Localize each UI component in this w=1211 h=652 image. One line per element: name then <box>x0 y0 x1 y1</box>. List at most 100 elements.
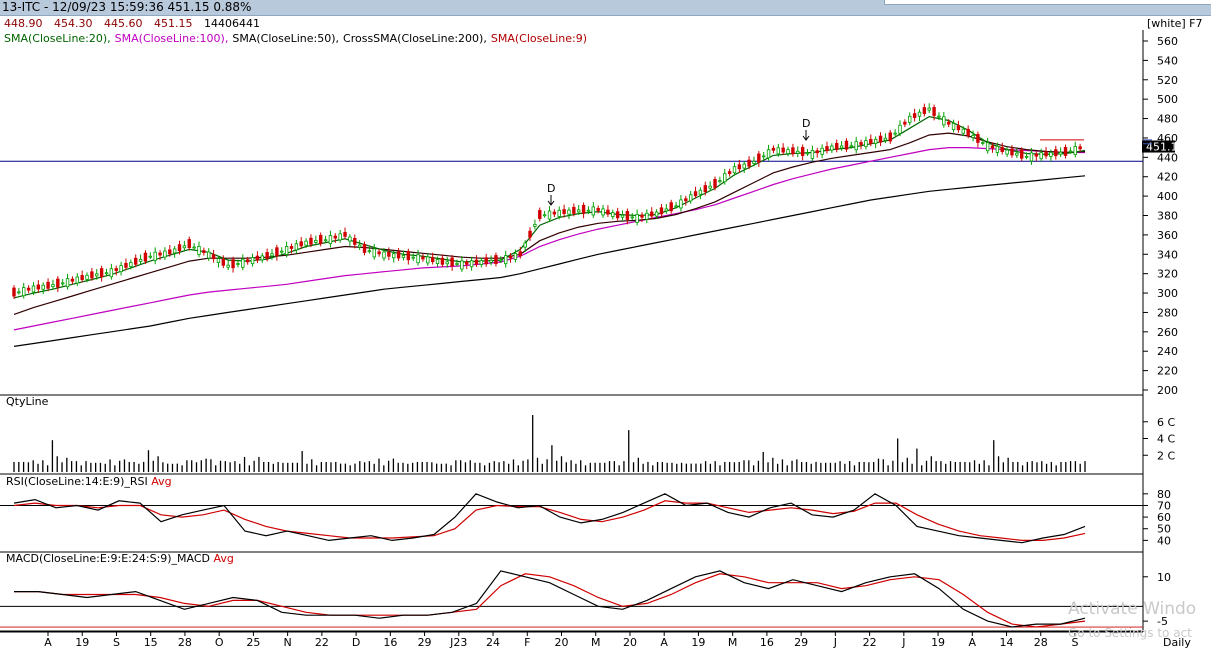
candle-body <box>124 262 128 268</box>
candle-body <box>971 135 975 138</box>
candle-body <box>265 252 269 259</box>
candle-body <box>601 208 605 216</box>
candle-body <box>849 145 854 148</box>
price-tick-label: 280 <box>1157 306 1178 319</box>
candle-body <box>216 258 221 264</box>
candle-body <box>484 257 488 265</box>
price-tick-label: 560 <box>1157 35 1178 48</box>
candle-body <box>912 113 917 119</box>
candle-body <box>387 251 391 257</box>
rsi-tick-label: 40 <box>1157 534 1171 547</box>
candle-body <box>523 242 527 248</box>
candle-body <box>314 240 318 243</box>
time-tick-label: J <box>901 636 905 649</box>
candle-body <box>474 259 479 265</box>
candle-body <box>260 255 264 261</box>
candle-body <box>625 211 630 220</box>
candle-body <box>596 208 600 211</box>
candle-body <box>615 211 620 219</box>
candle-body <box>1034 153 1039 157</box>
time-tick-label: 28 <box>1034 636 1048 649</box>
candle-body <box>825 146 829 152</box>
rsi-avg-line <box>13 500 1086 542</box>
candle-body <box>207 251 211 259</box>
candle-body <box>168 249 172 255</box>
candle-body <box>114 268 118 271</box>
candle-body <box>70 278 75 282</box>
candle-body <box>1024 155 1029 158</box>
price-tick-label: 360 <box>1157 229 1178 242</box>
candle-body <box>211 254 216 260</box>
candle-body <box>90 271 94 279</box>
candle-body <box>450 257 454 267</box>
candle-body <box>323 239 328 242</box>
time-tick-label: A <box>969 636 977 649</box>
candle-body <box>31 285 36 293</box>
sma100-line <box>13 147 1085 331</box>
macd-tick-label: 10 <box>1157 571 1171 584</box>
candle-body <box>275 247 279 257</box>
candle-body <box>684 198 688 202</box>
candle-body <box>898 124 902 134</box>
candle-body <box>781 147 785 153</box>
candle-body <box>221 258 226 266</box>
candle-body <box>586 209 591 212</box>
candle-body <box>669 202 673 212</box>
candle-body <box>830 145 834 151</box>
price-tick-label: 520 <box>1157 74 1178 87</box>
candle-body <box>430 257 435 263</box>
candle-body <box>226 264 230 268</box>
candle-body <box>966 128 970 136</box>
candle-body <box>163 250 167 258</box>
candle-body <box>723 173 727 183</box>
candle-body <box>353 237 357 245</box>
volume-tick-label: 6 C <box>1157 416 1175 429</box>
candle-body <box>187 239 191 249</box>
candle-body <box>620 214 625 218</box>
pattern-marker-label: D <box>802 117 810 130</box>
candle-body <box>421 256 425 260</box>
candle-body <box>611 212 615 217</box>
candle-body <box>805 152 810 155</box>
candle-body <box>426 256 430 264</box>
time-tick-label: 25 <box>246 636 260 649</box>
macd-avg-line <box>14 573 1086 628</box>
candle-body <box>372 248 376 258</box>
price-tick-label: 420 <box>1157 171 1178 184</box>
candle-body <box>401 255 406 258</box>
candle-body <box>392 253 396 259</box>
candle-body <box>995 145 1000 153</box>
price-tick-label: 500 <box>1157 93 1178 106</box>
candle-body <box>109 268 114 278</box>
candle-body <box>1073 146 1077 155</box>
candle-body <box>606 209 610 215</box>
candle-body <box>80 275 84 280</box>
candle-body <box>255 255 260 261</box>
candle-body <box>26 287 31 291</box>
candle-body <box>60 282 65 285</box>
time-tick-label: 19 <box>691 636 705 649</box>
rsi-tick-label: 80 <box>1157 488 1171 501</box>
time-tick-label: 22 <box>863 636 877 649</box>
candle-body <box>708 185 712 189</box>
candle-body <box>416 254 420 264</box>
price-tick-label: 240 <box>1157 345 1178 358</box>
time-tick-label: M <box>591 636 601 649</box>
chart-canvas[interactable]: 2002202402602803003203403603804004204404… <box>0 0 1211 652</box>
candle-body <box>445 261 449 265</box>
candle-body <box>762 155 766 158</box>
candle-body <box>172 248 177 254</box>
candle-body <box>835 142 839 150</box>
candles <box>12 103 1082 299</box>
candle-body <box>640 214 644 218</box>
candle-body <box>703 185 707 192</box>
candle-body <box>1063 147 1068 156</box>
candle-body <box>250 257 255 265</box>
candle-body <box>95 273 99 277</box>
candle-body <box>465 261 469 265</box>
candle-body <box>903 121 907 125</box>
candle-body <box>51 284 55 287</box>
candle-body <box>946 121 951 125</box>
price-tick-label: 400 <box>1157 190 1178 203</box>
candle-body <box>343 231 347 237</box>
